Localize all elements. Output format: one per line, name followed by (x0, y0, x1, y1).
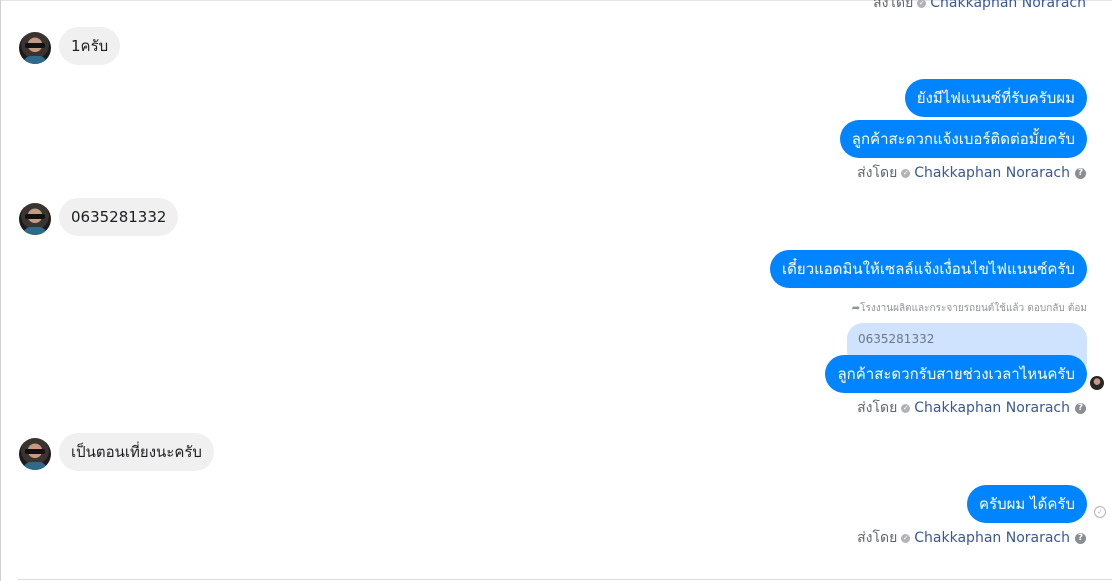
sent-by-label: ส่งโดย (857, 400, 898, 416)
sent-by-line: ส่งโดย ✓ Chakkaphan Norarach ? (857, 528, 1086, 548)
sender-name-link[interactable]: Chakkaphan Norarach (914, 163, 1070, 183)
avatar-sunglasses (25, 214, 45, 219)
avatar-shirt (23, 56, 47, 64)
sender-name-link[interactable]: Chakkaphan Norarach (930, 0, 1086, 13)
question-circle-icon[interactable]: ? (1075, 532, 1086, 544)
sent-by-label: ส่งโดย (873, 0, 914, 11)
sent-check-icon: ✓ (1094, 506, 1106, 518)
sent-by-line: ส่งโดย ✓ Chakkaphan Norarach ? (857, 398, 1086, 418)
question-circle-icon[interactable]: ? (1075, 402, 1086, 414)
sent-by-line: ส่งโดย ✓ Chakkaphan Norarach ? (857, 163, 1086, 183)
outgoing-message[interactable]: ครับผม ได้ครับ (967, 485, 1087, 523)
sent-by-label: ส่งโดย (857, 165, 898, 181)
check-circle-icon: ✓ (901, 403, 911, 413)
avatar-sunglasses (25, 43, 45, 48)
sender-name-link[interactable]: Chakkaphan Norarach (914, 398, 1070, 418)
question-circle-icon[interactable]: ? (1075, 167, 1086, 179)
incoming-message[interactable]: 0635281332 (59, 198, 179, 236)
avatar-sunglasses (25, 449, 45, 454)
reply-arrow-icon: ➦ (851, 303, 861, 314)
check-circle-icon: ✓ (901, 533, 911, 543)
outgoing-message[interactable]: ลูกค้าสะดวกแจ้งเบอร์ติดต่อมั้ยครับ (839, 120, 1087, 158)
incoming-message[interactable]: 1ครับ (59, 27, 121, 65)
reply-context: ➦โรงงานผลิตและกระจายรถยนต์ใช้แล้ว ตอบกลั… (852, 302, 1087, 316)
customer-avatar[interactable] (19, 32, 51, 64)
sent-by-line: ส่งโดย ✓ Chakkaphan Norarach (873, 0, 1086, 13)
incoming-message[interactable]: เป็นตอนเที่ยงนะครับ (59, 433, 214, 471)
avatar-shirt (23, 462, 47, 470)
check-circle-icon: ✓ (917, 0, 927, 8)
composer-divider (18, 579, 1112, 580)
outgoing-message[interactable]: เดี๋ยวแอดมินให้เซลล์แจ้งเงื่อนไขไฟแนนซ์ค… (770, 250, 1087, 288)
sender-name-link[interactable]: Chakkaphan Norarach (914, 528, 1070, 548)
chat-left-border (0, 0, 1, 581)
avatar-shirt (23, 227, 47, 235)
seen-avatar-icon (1090, 376, 1104, 390)
outgoing-message[interactable]: ยังมีไฟแนนซ์ที่รับครับผม (904, 79, 1087, 117)
customer-avatar[interactable] (19, 203, 51, 235)
quoted-message-text: 0635281332 (858, 332, 935, 346)
reply-context-text: โรงงานผลิตและกระจายรถยนต์ใช้แล้ว ตอบกลับ… (860, 303, 1087, 314)
customer-avatar[interactable] (19, 438, 51, 470)
sent-by-label: ส่งโดย (857, 530, 898, 546)
outgoing-message[interactable]: ลูกค้าสะดวกรับสายช่วงเวลาไหนครับ (825, 355, 1087, 393)
check-circle-icon: ✓ (901, 168, 911, 178)
